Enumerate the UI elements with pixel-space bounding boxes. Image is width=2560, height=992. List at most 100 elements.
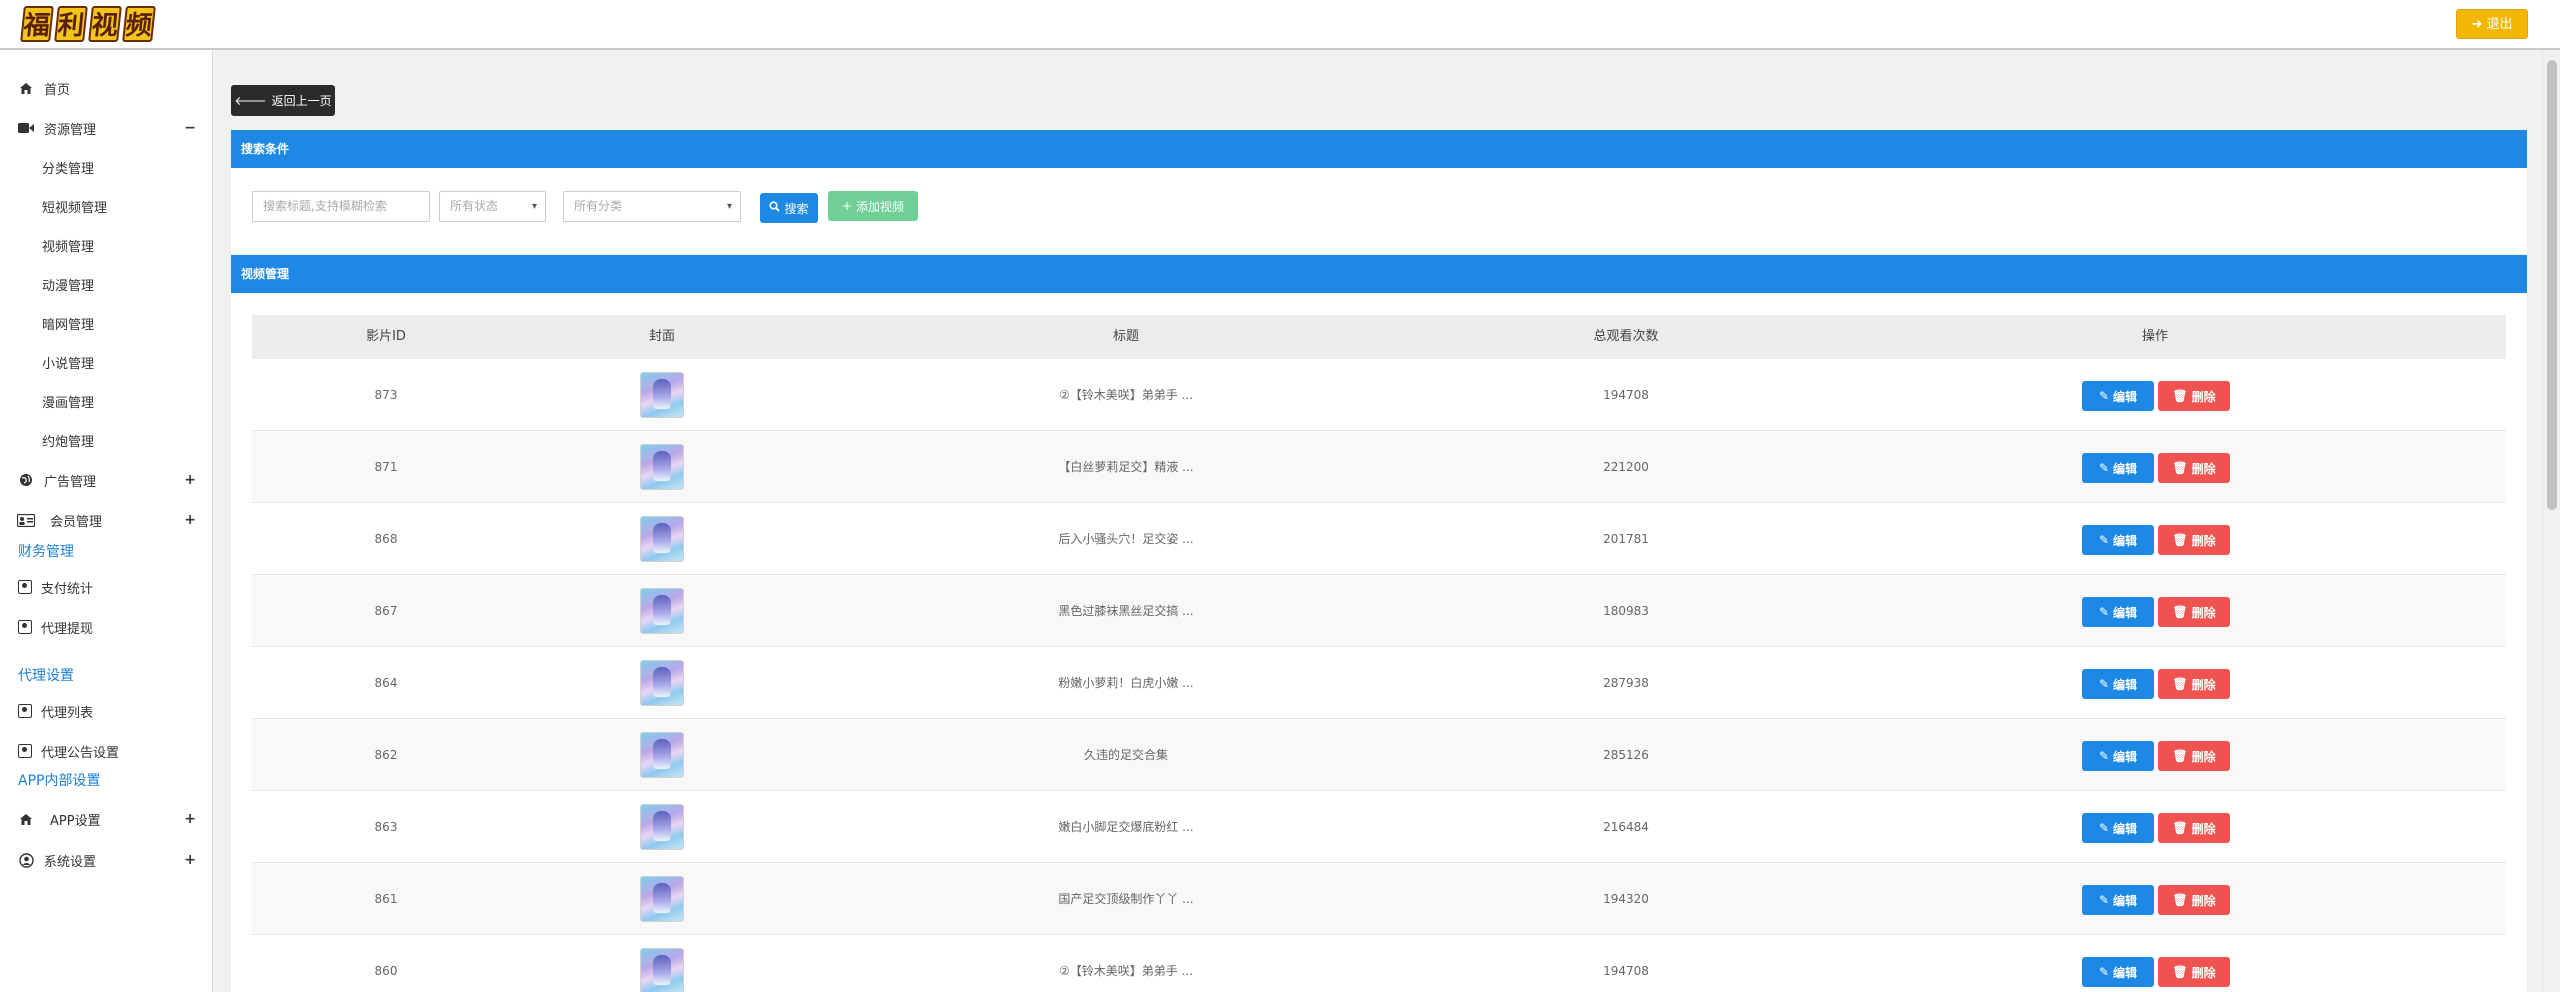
edit-icon: ✎ — [2098, 533, 2110, 547]
sidebar-item-video[interactable]: 视频管理 — [42, 233, 94, 257]
sidebar-item-novel[interactable]: 小说管理 — [42, 350, 94, 374]
category-select-value: 所有分类 — [574, 199, 623, 213]
user-circle-icon — [16, 852, 36, 868]
video-id: 863 — [374, 820, 398, 834]
edit-button[interactable]: ✎ 编辑 — [2082, 741, 2154, 771]
cover-thumbnail[interactable] — [640, 876, 684, 922]
edit-button[interactable]: ✎ 编辑 — [2082, 885, 2154, 915]
sidebar-item-agent-withdraw[interactable]: 代理提现 — [18, 616, 93, 638]
cover-thumbnail[interactable] — [640, 588, 684, 634]
sidebar-item-agent-list[interactable]: 代理列表 — [18, 700, 93, 722]
delete-button[interactable]: 🗑 删除 — [2158, 525, 2230, 555]
edit-button[interactable]: ✎ 编辑 — [2082, 957, 2154, 987]
expand-icon[interactable]: + — [184, 512, 196, 528]
edit-button[interactable]: ✎ 编辑 — [2082, 525, 2154, 555]
expand-icon[interactable]: + — [184, 472, 196, 488]
video-panel-header: 视频管理 — [231, 255, 2527, 293]
edit-button[interactable]: ✎ 编辑 — [2082, 669, 2154, 699]
site-logo[interactable]: 福 利 视 频 — [20, 6, 156, 44]
table-row: 862 久违的足交合集 285126 ✎ 编辑 🗑 删除 — [252, 719, 2506, 791]
edit-button[interactable]: ✎ 编辑 — [2082, 381, 2154, 411]
sidebar-item-home[interactable]: 首页 — [16, 76, 196, 100]
collapse-icon[interactable]: − — [184, 120, 196, 136]
delete-button[interactable]: 🗑 删除 — [2158, 381, 2230, 411]
view-count: 216484 — [1603, 820, 1649, 834]
cover-thumbnail[interactable] — [640, 732, 684, 778]
sidebar-item-ads[interactable]: 广告管理 + — [16, 468, 196, 492]
table-row: 873 ②【铃木美咲】弟弟手 ... 194708 ✎ 编辑 🗑 删除 — [252, 359, 2506, 431]
trash-icon: 🗑 — [2172, 533, 2188, 547]
sidebar-item-pay-stats[interactable]: 支付统计 — [18, 576, 93, 598]
sidebar-item-resource[interactable]: 资源管理 − — [16, 116, 196, 140]
view-count: 194320 — [1603, 892, 1649, 906]
sidebar-item-label: APP设置 — [50, 813, 101, 829]
column-header-id: 影片ID — [366, 329, 406, 344]
status-select[interactable]: 所有状态 ▾ — [439, 191, 546, 222]
cover-thumbnail[interactable] — [640, 804, 684, 850]
sidebar-item-comic[interactable]: 漫画管理 — [42, 389, 94, 413]
table-row: 867 黑色过膝袜黑丝足交搞 ... 180983 ✎ 编辑 🗑 删除 — [252, 575, 2506, 647]
sidebar-item-system-settings[interactable]: 系统设置 + — [16, 848, 196, 872]
cover-thumbnail[interactable] — [640, 444, 684, 490]
sidebar-item-app-settings[interactable]: APP设置 + — [16, 807, 196, 831]
view-count: 287938 — [1603, 676, 1649, 690]
cover-thumbnail[interactable] — [640, 372, 684, 418]
delete-button[interactable]: 🗑 删除 — [2158, 813, 2230, 843]
cover-thumbnail[interactable] — [640, 948, 684, 992]
delete-button[interactable]: 🗑 删除 — [2158, 885, 2230, 915]
edit-label: 编辑 — [2113, 605, 2138, 620]
section-app: APP内部设置 — [18, 773, 101, 789]
table-row: 864 粉嫩小萝莉！白虎小嫩 ... 287938 ✎ 编辑 🗑 删除 — [252, 647, 2506, 719]
edit-icon: ✎ — [2098, 389, 2110, 403]
sidebar-item-darkweb[interactable]: 暗网管理 — [42, 311, 94, 335]
scrollbar-thumb[interactable] — [2547, 60, 2557, 510]
video-id: 860 — [374, 964, 398, 978]
category-select[interactable]: 所有分类 ▾ — [563, 191, 741, 222]
video-id: 862 — [374, 748, 398, 762]
delete-button[interactable]: 🗑 删除 — [2158, 597, 2230, 627]
edit-button[interactable]: ✎ 编辑 — [2082, 597, 2154, 627]
sidebar-item-short-video[interactable]: 短视频管理 — [42, 194, 107, 218]
sidebar-item-dating[interactable]: 约炮管理 — [42, 428, 94, 452]
cover-thumbnail[interactable] — [640, 516, 684, 562]
video-title: 久违的足交合集 — [1083, 748, 1169, 762]
delete-button[interactable]: 🗑 删除 — [2158, 453, 2230, 483]
edit-label: 编辑 — [2113, 821, 2138, 836]
search-input[interactable]: 搜索标题,支持模糊检索 — [252, 191, 430, 222]
sidebar-item-agent-notice[interactable]: 代理公告设置 — [18, 740, 119, 762]
video-id: 864 — [374, 676, 398, 690]
delete-label: 删除 — [2191, 677, 2216, 692]
delete-label: 删除 — [2191, 965, 2216, 980]
view-count: 285126 — [1603, 748, 1649, 762]
sidebar-item-label: 支付统计 — [41, 581, 94, 597]
cover-thumbnail[interactable] — [640, 660, 684, 706]
video-title: 国产足交顶级制作丫丫 ... — [1058, 892, 1194, 906]
plus-icon: + — [841, 199, 853, 213]
delete-button[interactable]: 🗑 删除 — [2158, 741, 2230, 771]
delete-button[interactable]: 🗑 删除 — [2158, 669, 2230, 699]
delete-button[interactable]: 🗑 删除 — [2158, 957, 2230, 987]
view-count: 201781 — [1603, 532, 1649, 546]
delete-label: 删除 — [2191, 389, 2216, 404]
edit-button[interactable]: ✎ 编辑 — [2082, 453, 2154, 483]
sidebar-item-members[interactable]: 会员管理 + — [16, 508, 196, 532]
section-agent: 代理设置 — [18, 668, 74, 684]
delete-label: 删除 — [2191, 533, 2216, 548]
expand-icon[interactable]: + — [184, 852, 196, 868]
add-video-button[interactable]: + 添加视频 — [828, 191, 918, 221]
expand-icon[interactable]: + — [184, 811, 196, 827]
search-button[interactable]: 搜索 — [760, 193, 818, 223]
sidebar-item-category[interactable]: 分类管理 — [42, 155, 94, 179]
logout-icon: ➜ — [2471, 17, 2487, 32]
sidebar-item-anime[interactable]: 动漫管理 — [42, 272, 94, 296]
logout-button[interactable]: ➜ 退出 — [2456, 9, 2528, 39]
trash-icon: 🗑 — [2172, 965, 2188, 979]
column-header-views: 总观看次数 — [1593, 329, 1659, 344]
edit-button[interactable]: ✎ 编辑 — [2082, 813, 2154, 843]
chevron-down-icon: ▾ — [726, 201, 732, 212]
sidebar-item-label: 广告管理 — [44, 474, 97, 490]
view-count: 180983 — [1603, 604, 1649, 618]
table-row: 861 国产足交顶级制作丫丫 ... 194320 ✎ 编辑 🗑 删除 — [252, 863, 2506, 935]
back-button[interactable]: 🡐 返回上一页 — [231, 85, 335, 116]
vertical-scrollbar[interactable] — [2542, 50, 2560, 992]
